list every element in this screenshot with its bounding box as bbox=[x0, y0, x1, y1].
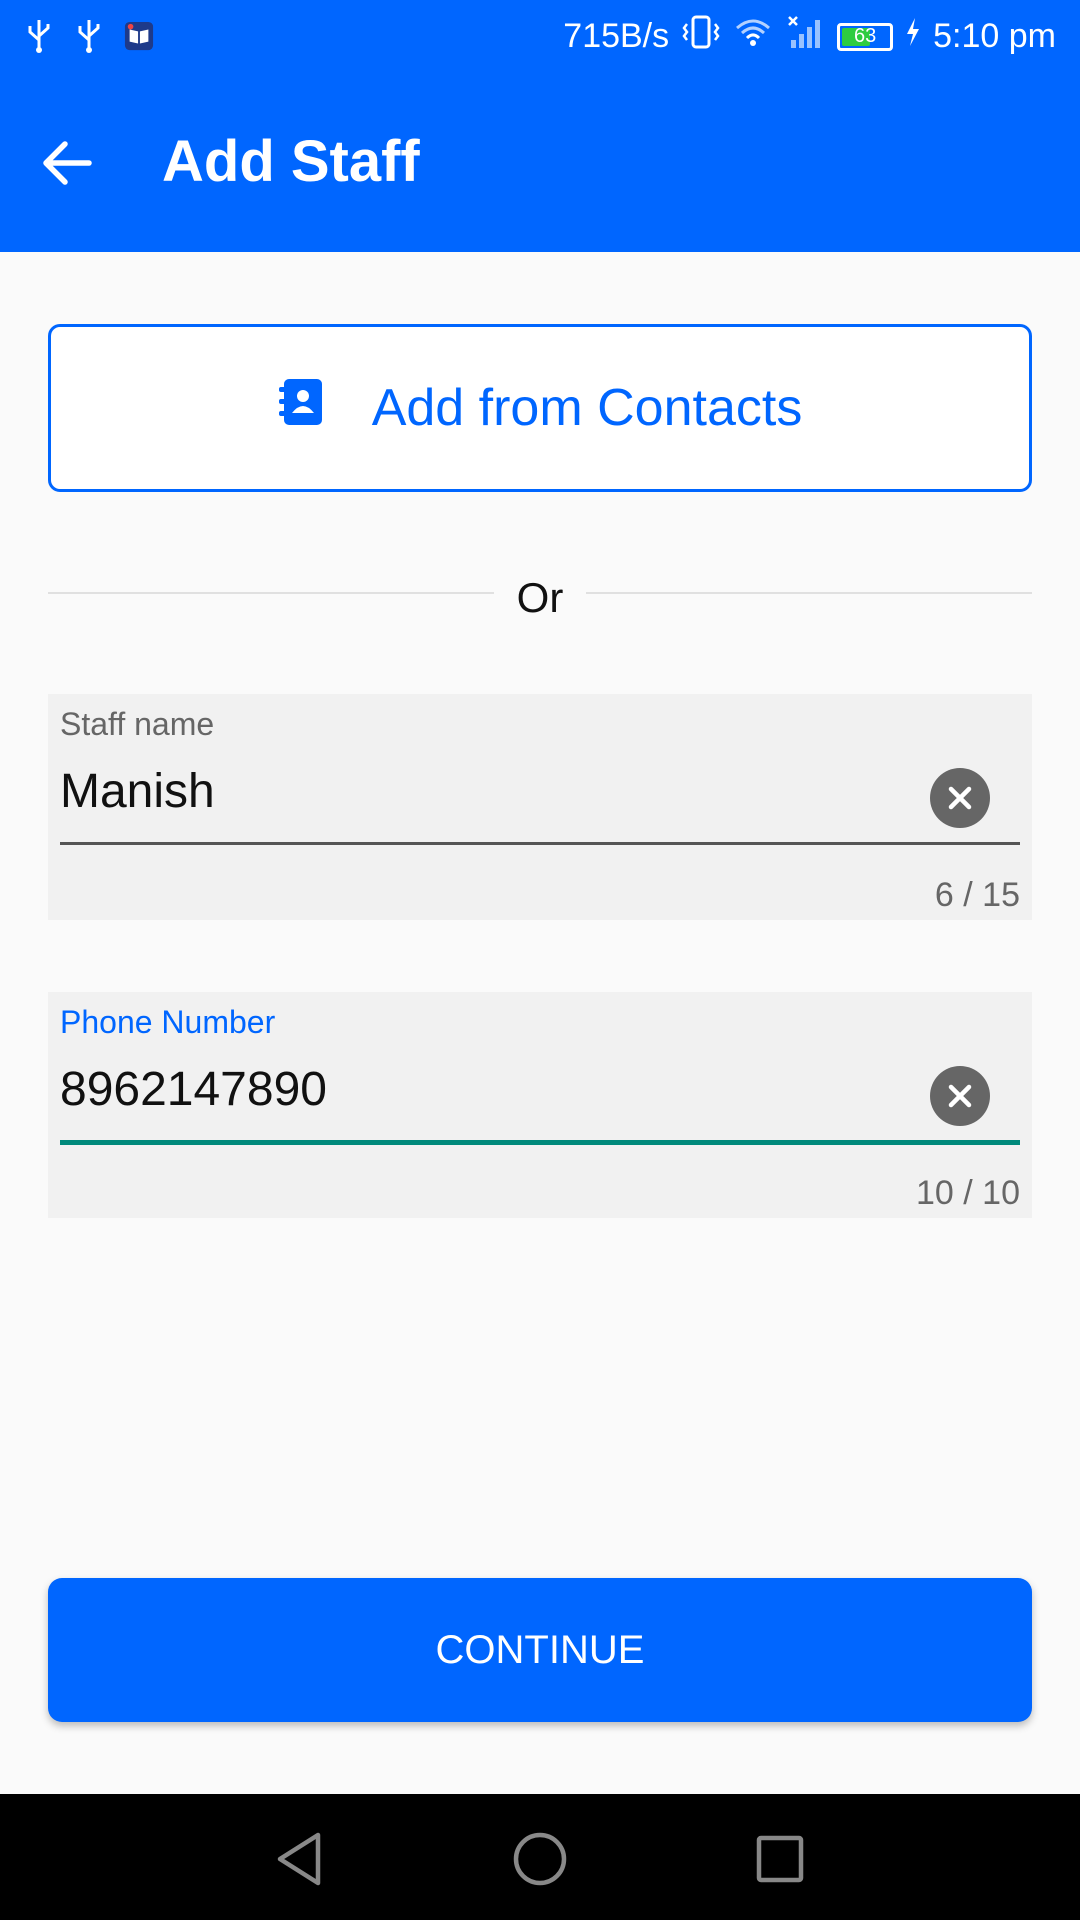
staff-name-counter: 6 / 15 bbox=[934, 876, 1020, 914]
status-system: 715B/s 63 5:10 pm bbox=[563, 14, 1056, 59]
phone-number-label: Phone Number bbox=[60, 1004, 276, 1040]
or-divider: Or bbox=[48, 566, 1032, 626]
back-button[interactable] bbox=[32, 128, 102, 198]
staff-name-underline bbox=[60, 842, 1020, 845]
signal-icon bbox=[785, 14, 825, 59]
add-from-contacts-label: Add from Contacts bbox=[371, 379, 803, 437]
battery-level: 63 bbox=[854, 25, 877, 47]
add-from-contacts-button[interactable]: Add from Contacts bbox=[48, 324, 1032, 492]
usb-icon bbox=[74, 16, 104, 56]
back-triangle-icon bbox=[277, 1832, 321, 1886]
usb-icon bbox=[24, 16, 54, 56]
status-notifications bbox=[24, 16, 154, 56]
phone-number-input[interactable]: 8962147890 bbox=[60, 1062, 327, 1117]
app-bar: Add Staff bbox=[0, 74, 1080, 252]
home-circle-icon bbox=[513, 1832, 567, 1886]
page-title: Add Staff bbox=[162, 129, 420, 194]
wifi-icon bbox=[733, 14, 773, 59]
staff-name-field[interactable]: Staff name Manish 6 / 15 bbox=[48, 694, 1032, 920]
book-app-icon bbox=[124, 16, 154, 56]
clock: 5:10 pm bbox=[933, 17, 1056, 55]
phone-number-clear-button[interactable] bbox=[930, 1066, 990, 1126]
clear-icon bbox=[948, 1084, 972, 1108]
or-text: Or bbox=[516, 574, 564, 621]
nav-home-button[interactable] bbox=[505, 1824, 575, 1894]
continue-button[interactable]: CONTINUE bbox=[48, 1578, 1032, 1722]
staff-name-input[interactable]: Manish bbox=[60, 764, 215, 819]
charging-icon bbox=[905, 17, 921, 56]
recents-square-icon bbox=[756, 1835, 804, 1883]
arrow-back-icon bbox=[43, 141, 92, 185]
contacts-book-icon bbox=[278, 377, 326, 440]
phone-number-counter: 10 / 10 bbox=[916, 1174, 1020, 1212]
clear-icon bbox=[948, 786, 972, 810]
battery-icon: 63 bbox=[837, 22, 894, 51]
network-speed: 715B/s bbox=[563, 17, 670, 55]
nav-recents-button[interactable] bbox=[745, 1824, 815, 1894]
staff-name-label: Staff name bbox=[60, 706, 215, 742]
phone-number-field[interactable]: Phone Number 8962147890 10 / 10 bbox=[48, 992, 1032, 1218]
phone-number-underline bbox=[60, 1140, 1020, 1145]
status-bar: 715B/s 63 5:10 pm bbox=[0, 0, 1080, 74]
staff-name-clear-button[interactable] bbox=[930, 768, 990, 828]
navigation-bar bbox=[0, 1794, 1080, 1920]
nav-back-button[interactable] bbox=[264, 1824, 334, 1894]
vibrate-icon bbox=[681, 14, 721, 59]
